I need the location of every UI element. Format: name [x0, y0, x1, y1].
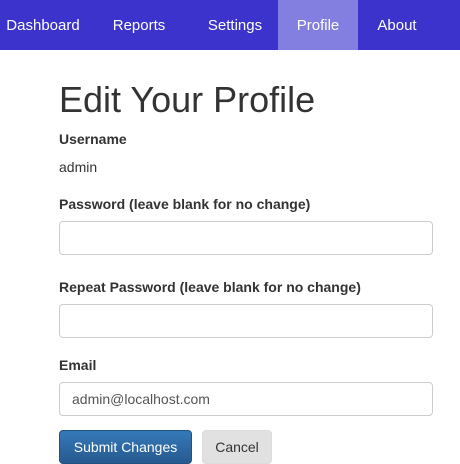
password-group: Password (leave blank for no change) [59, 195, 433, 255]
nav-item-dashboard[interactable]: Dashboard [0, 0, 86, 50]
password-input[interactable] [59, 221, 433, 255]
nav-item-about[interactable]: About [358, 0, 436, 50]
nav-item-profile[interactable]: Profile [278, 0, 358, 50]
form-actions: Submit Changes Cancel [59, 430, 433, 464]
nav-item-settings[interactable]: Settings [192, 0, 278, 50]
repeat-password-input[interactable] [59, 304, 433, 338]
repeat-password-group: Repeat Password (leave blank for no chan… [59, 278, 433, 338]
email-label: Email [59, 357, 97, 373]
top-navbar: Dashboard Reports Settings Profile About [0, 0, 460, 50]
page-title: Edit Your Profile [59, 79, 316, 120]
username-group: Username admin [59, 130, 433, 176]
submit-changes-button[interactable]: Submit Changes [59, 430, 192, 464]
email-input[interactable] [59, 382, 433, 416]
repeat-password-label: Repeat Password (leave blank for no chan… [59, 279, 361, 295]
profile-form-container: Edit Your Profile Username admin Passwor… [59, 78, 433, 464]
nav-item-reports[interactable]: Reports [86, 0, 192, 50]
username-value: admin [59, 159, 98, 175]
email-group: Email [59, 356, 433, 416]
username-label: Username [59, 131, 127, 147]
cancel-button[interactable]: Cancel [202, 430, 272, 464]
password-label: Password (leave blank for no change) [59, 196, 311, 212]
